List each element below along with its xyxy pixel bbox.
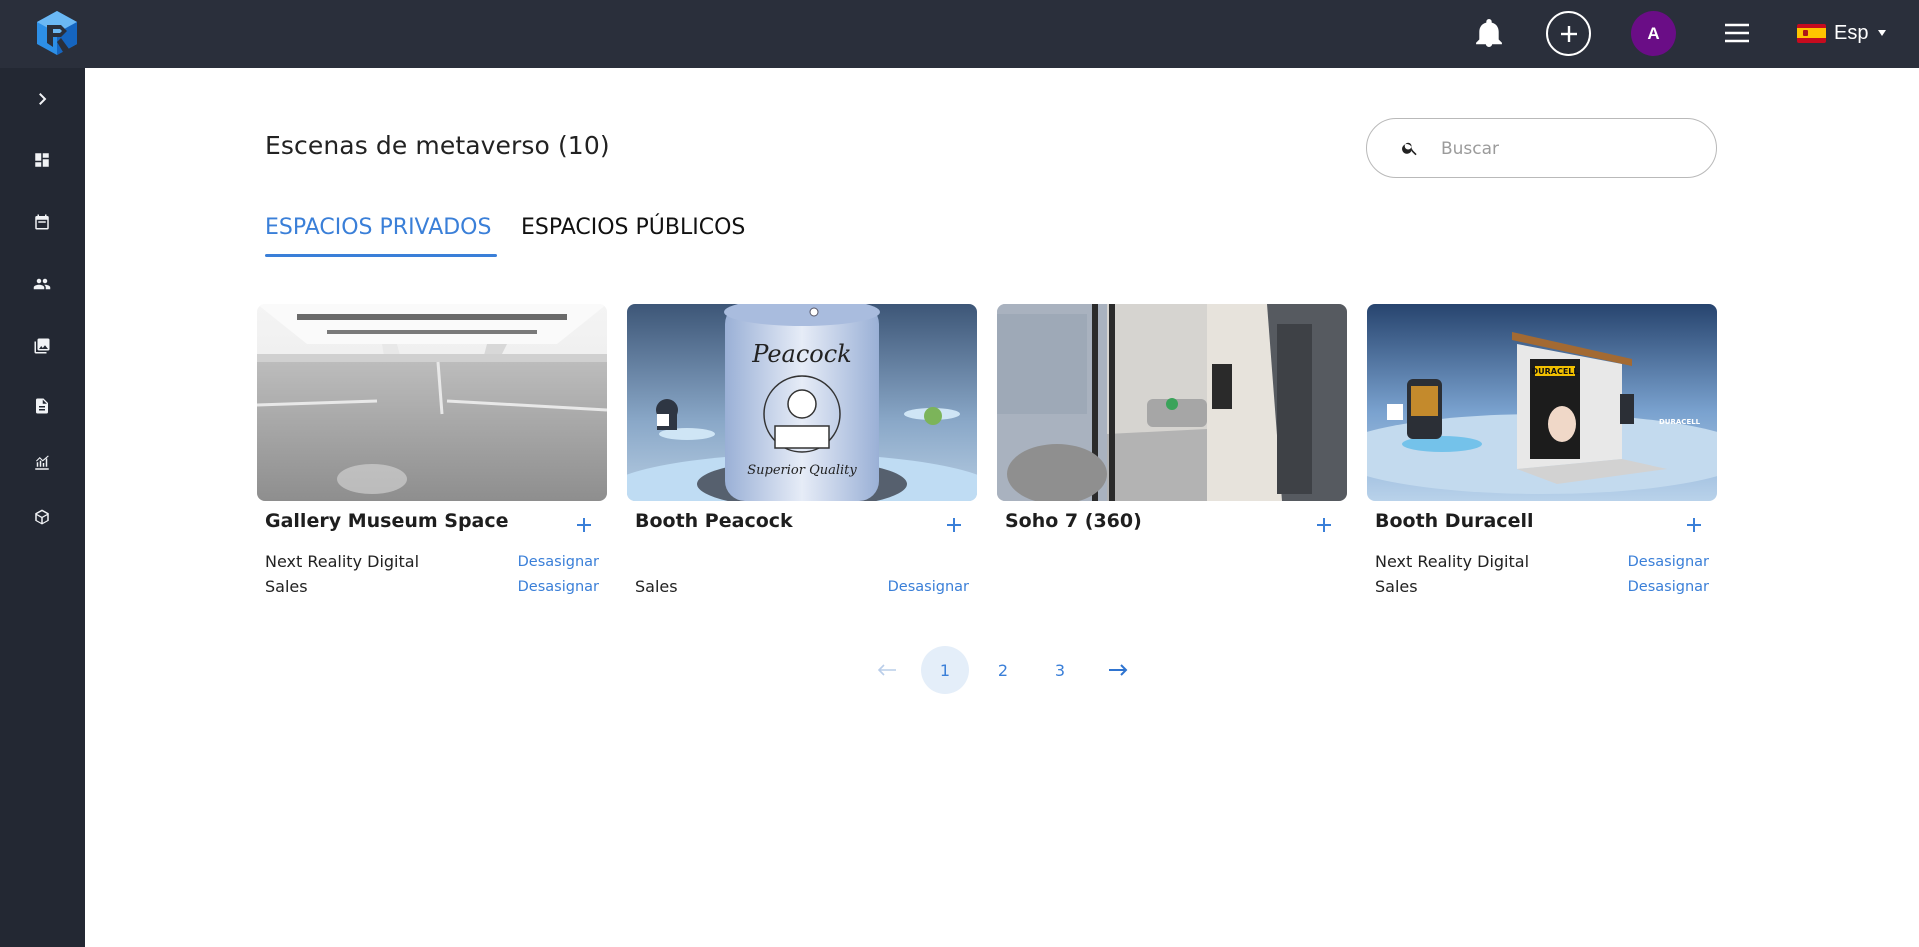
page-button-3[interactable]: 3 xyxy=(1036,646,1084,694)
scene-card: Gallery Museum Space Next Reality Digita… xyxy=(257,304,607,596)
svg-text:DURACELL: DURACELL xyxy=(1531,367,1578,376)
scene-title: Gallery Museum Space xyxy=(265,510,509,532)
assignee-name: Sales xyxy=(265,577,308,596)
users-icon[interactable] xyxy=(29,271,55,297)
assignment-row: Sales Desasignar xyxy=(635,577,969,596)
page-title: Escenas de metaverso (10) xyxy=(265,131,610,160)
calendar-icon[interactable] xyxy=(29,209,55,235)
unassign-link[interactable]: Desasignar xyxy=(888,579,969,595)
scene-card: Peacock Superior Quality Booth Peacock S… xyxy=(627,304,977,596)
search-box[interactable] xyxy=(1366,118,1717,178)
assignee-name: Next Reality Digital xyxy=(265,552,420,571)
add-assignment-button[interactable] xyxy=(1315,516,1337,538)
cube-3d-icon[interactable] xyxy=(29,504,55,530)
plus-icon xyxy=(947,518,961,532)
scene-thumbnail[interactable] xyxy=(997,304,1347,501)
user-avatar[interactable]: A xyxy=(1631,11,1676,56)
svg-text:Peacock: Peacock xyxy=(751,340,851,368)
svg-text:Superior Quality: Superior Quality xyxy=(747,463,857,478)
scene-card: DURACELL DURACELL Booth Duracell Next Re… xyxy=(1367,304,1717,596)
top-bar: A Esp xyxy=(0,0,1919,68)
assignee-name: Sales xyxy=(635,577,678,596)
add-assignment-button[interactable] xyxy=(575,516,597,538)
unassign-link[interactable]: Desasignar xyxy=(518,554,599,570)
plus-icon xyxy=(1317,518,1331,532)
plus-icon xyxy=(577,518,591,532)
scene-title: Booth Peacock xyxy=(635,510,793,532)
add-assignment-button[interactable] xyxy=(1685,516,1707,538)
expand-sidebar-chevron-icon[interactable] xyxy=(29,86,55,112)
previous-page-arrow-icon[interactable] xyxy=(863,646,911,694)
next-page-arrow-icon[interactable] xyxy=(1094,646,1142,694)
plus-icon xyxy=(1560,25,1577,42)
tab-public-spaces[interactable]: ESPACIOS PÚBLICOS xyxy=(521,215,745,240)
plus-icon xyxy=(1687,518,1701,532)
scene-thumbnail[interactable]: Peacock Superior Quality xyxy=(627,304,977,501)
assignment-row: Next Reality Digital Desasignar xyxy=(1375,552,1709,571)
search-icon xyxy=(1402,142,1417,156)
scene-thumbnail[interactable] xyxy=(257,304,607,501)
assignment-row: Sales Desasignar xyxy=(265,577,599,596)
spain-flag-icon xyxy=(1797,23,1826,43)
language-selector[interactable]: Esp xyxy=(1797,20,1887,46)
page-button-1[interactable]: 1 xyxy=(921,646,969,694)
scene-card: Soho 7 (360) xyxy=(997,304,1347,532)
svg-text:DURACELL: DURACELL xyxy=(1659,418,1701,426)
dashboard-icon[interactable] xyxy=(29,147,55,173)
avatar-initial: A xyxy=(1647,23,1660,43)
hamburger-menu-icon[interactable] xyxy=(1723,20,1751,46)
main-content: Escenas de metaverso (10) ESPACIOS PRIVA… xyxy=(85,68,1919,947)
unassign-link[interactable]: Desasignar xyxy=(1628,554,1709,570)
search-input[interactable] xyxy=(1441,137,1691,161)
scene-title: Soho 7 (360) xyxy=(1005,510,1142,532)
sidebar xyxy=(0,68,85,947)
caret-down-icon xyxy=(1878,30,1887,36)
tab-private-spaces[interactable]: ESPACIOS PRIVADOS xyxy=(265,215,491,240)
assignment-row: Next Reality Digital Desasignar xyxy=(265,552,599,571)
document-icon[interactable] xyxy=(29,393,55,419)
unassign-link[interactable]: Desasignar xyxy=(1628,579,1709,595)
create-new-button[interactable] xyxy=(1546,11,1591,56)
assignment-row: Sales Desasignar xyxy=(1375,577,1709,596)
scene-title: Booth Duracell xyxy=(1375,510,1534,532)
notifications-bell-icon[interactable] xyxy=(1474,17,1504,49)
active-tab-indicator xyxy=(265,254,497,257)
analytics-icon[interactable] xyxy=(29,450,55,476)
language-label: Esp xyxy=(1834,21,1869,44)
page-button-2[interactable]: 2 xyxy=(979,646,1027,694)
app-logo[interactable] xyxy=(34,9,80,57)
scene-thumbnail[interactable]: DURACELL DURACELL xyxy=(1367,304,1717,501)
media-gallery-icon[interactable] xyxy=(29,333,55,359)
add-assignment-button[interactable] xyxy=(945,516,967,538)
assignee-name: Next Reality Digital xyxy=(1375,552,1530,571)
assignee-name: Sales xyxy=(1375,577,1418,596)
unassign-link[interactable]: Desasignar xyxy=(518,579,599,595)
